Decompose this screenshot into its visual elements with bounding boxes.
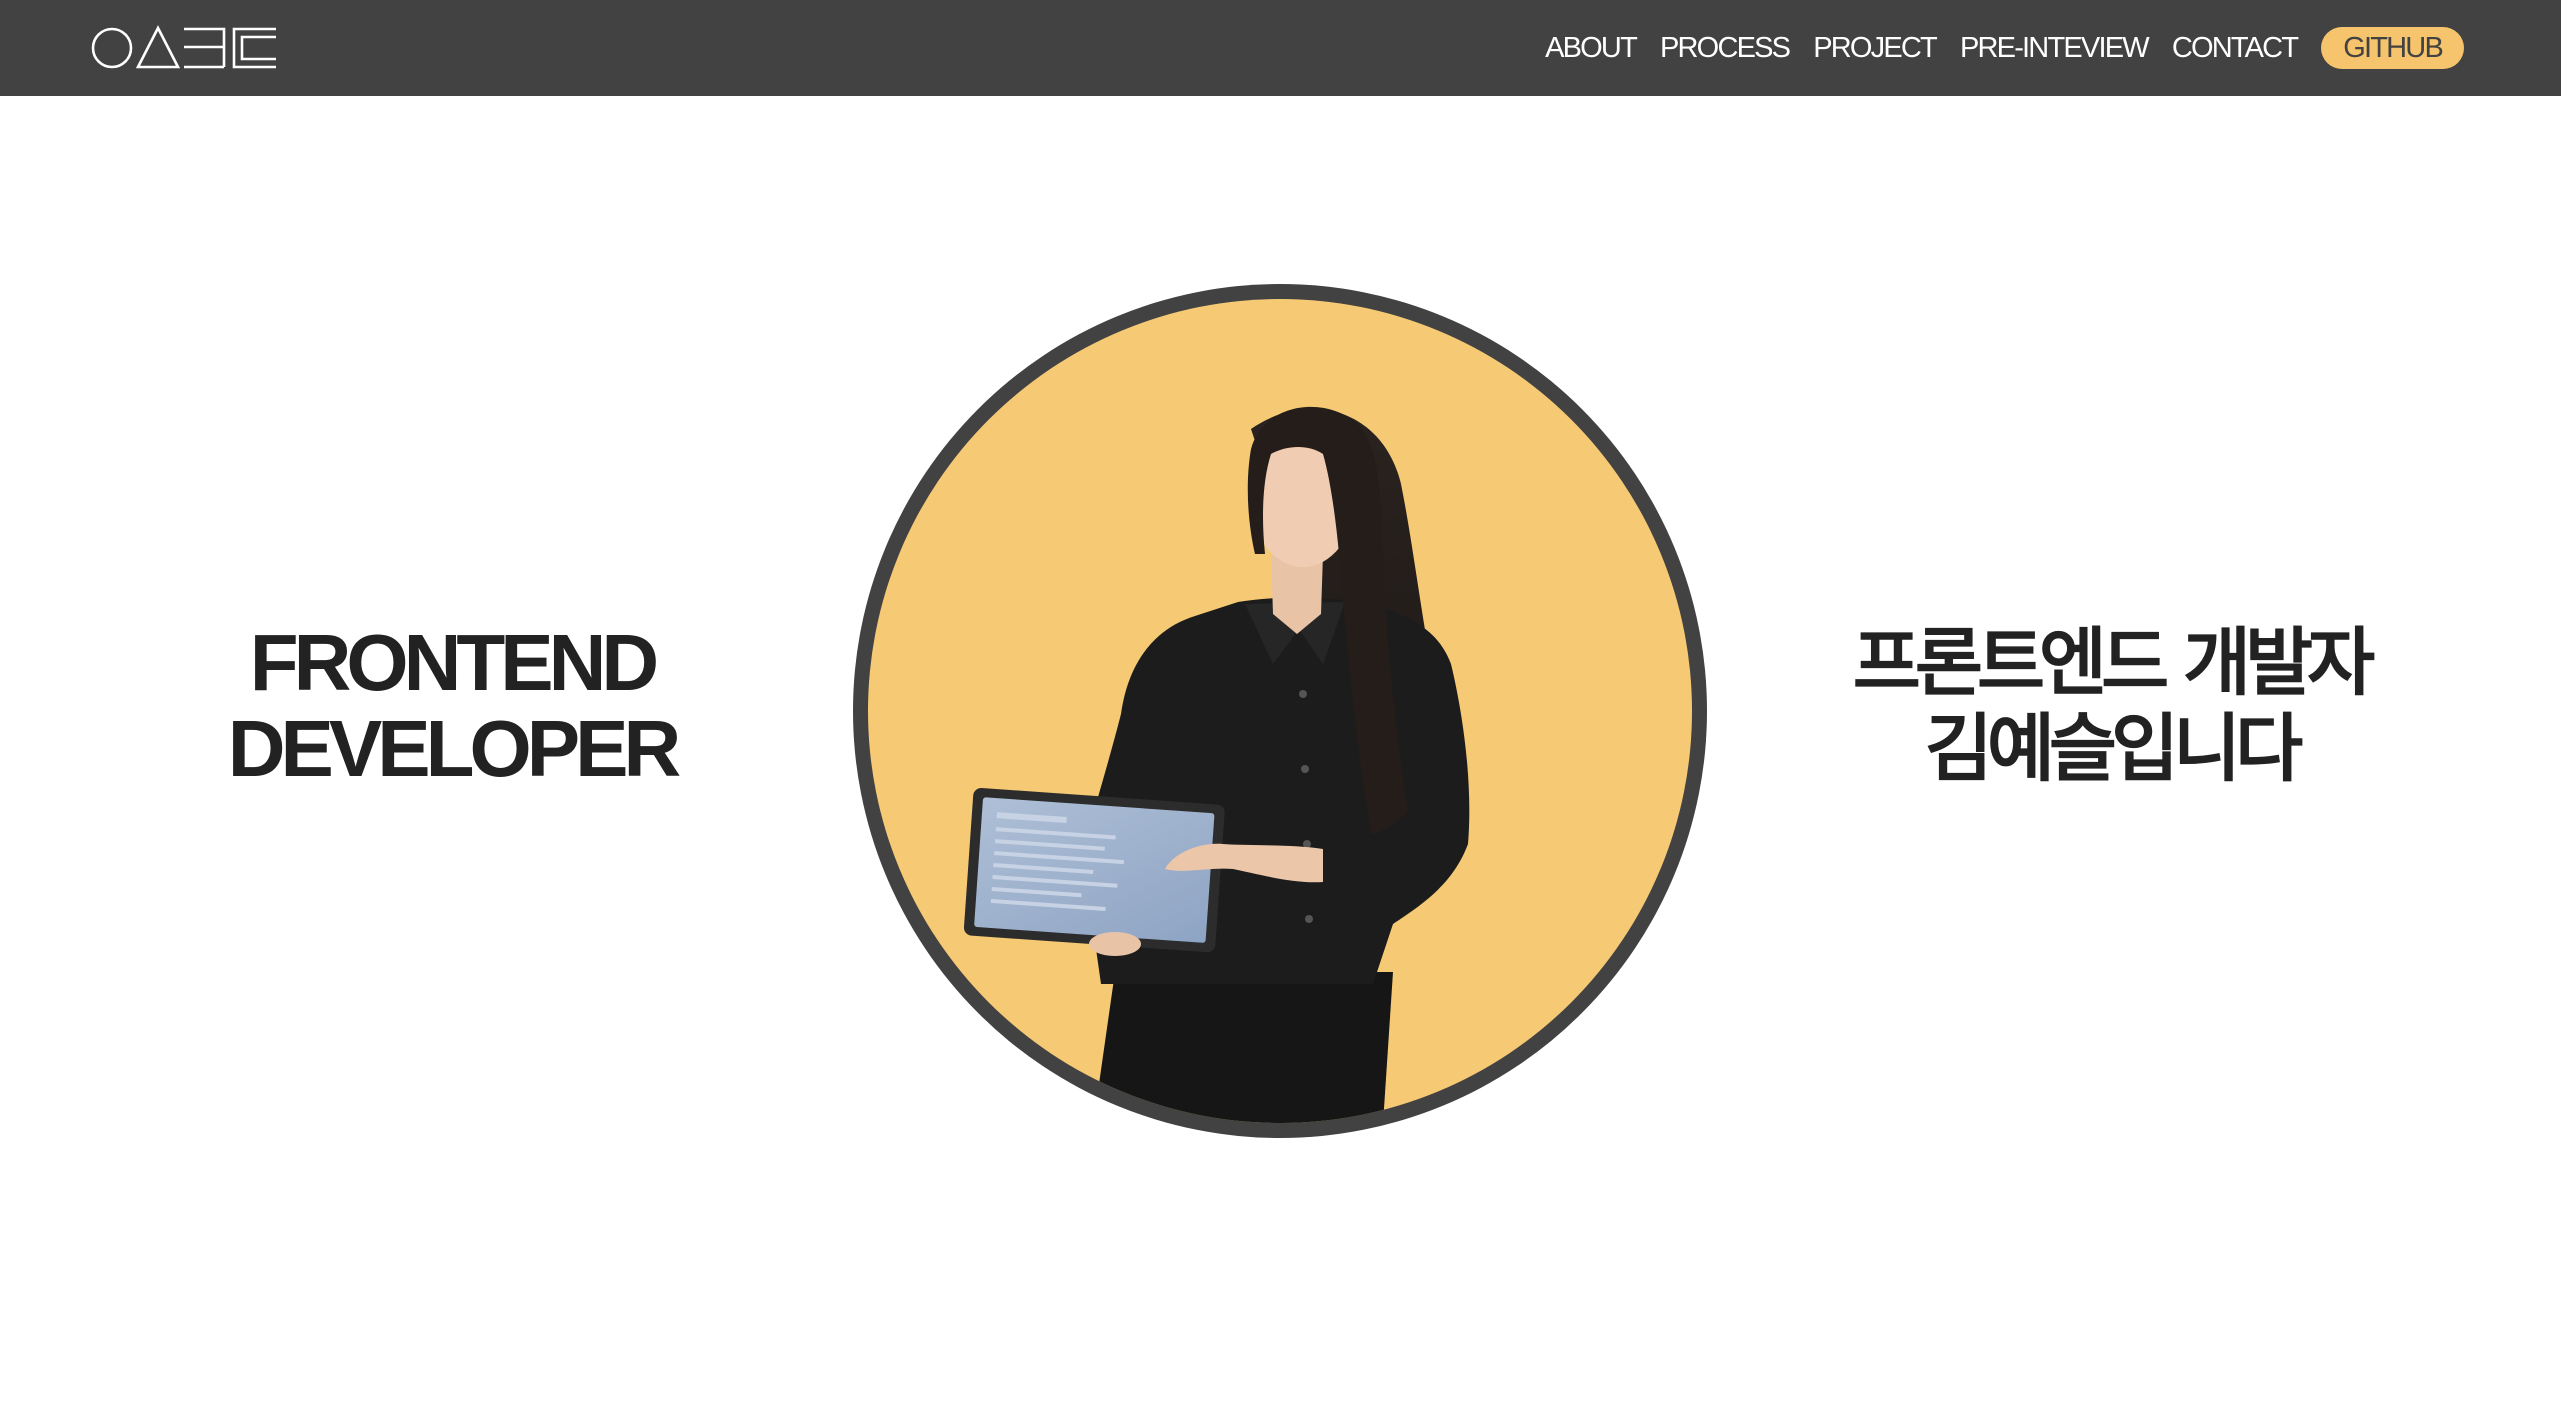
github-button[interactable]: GITHUB	[2321, 27, 2464, 69]
hero-title-english-line1: FRONTEND	[249, 618, 659, 707]
logo-icon[interactable]	[91, 25, 277, 71]
developer-portrait	[853, 284, 1707, 1138]
nav-item-about[interactable]: ABOUT	[1545, 32, 1638, 65]
main-nav: ABOUT PROCESS PROJECT PRE-INTEVIEW CONTA…	[1545, 0, 2464, 96]
nav-item-contact[interactable]: CONTACT	[2172, 32, 2299, 65]
hero-title-english-line2: DEVELOPER	[227, 704, 681, 793]
hero-title-english: FRONTEND DEVELOPER	[152, 620, 752, 792]
hero-title-korean-line2: 김예슬입니다	[1924, 706, 2303, 792]
hero-title-korean-line1: 프론트엔드 개발자	[1852, 620, 2375, 706]
nav-item-project[interactable]: PROJECT	[1813, 32, 1938, 65]
nav-item-pre-interview[interactable]: PRE-INTEVIEW	[1960, 32, 2150, 65]
nav-item-process[interactable]: PROCESS	[1660, 32, 1791, 65]
hero-title-korean: 프론트엔드 개발자 김예슬입니다	[1761, 620, 2461, 792]
page: ABOUT PROCESS PROJECT PRE-INTEVIEW CONTA…	[0, 0, 2561, 1422]
top-navbar: ABOUT PROCESS PROJECT PRE-INTEVIEW CONTA…	[0, 0, 2561, 96]
